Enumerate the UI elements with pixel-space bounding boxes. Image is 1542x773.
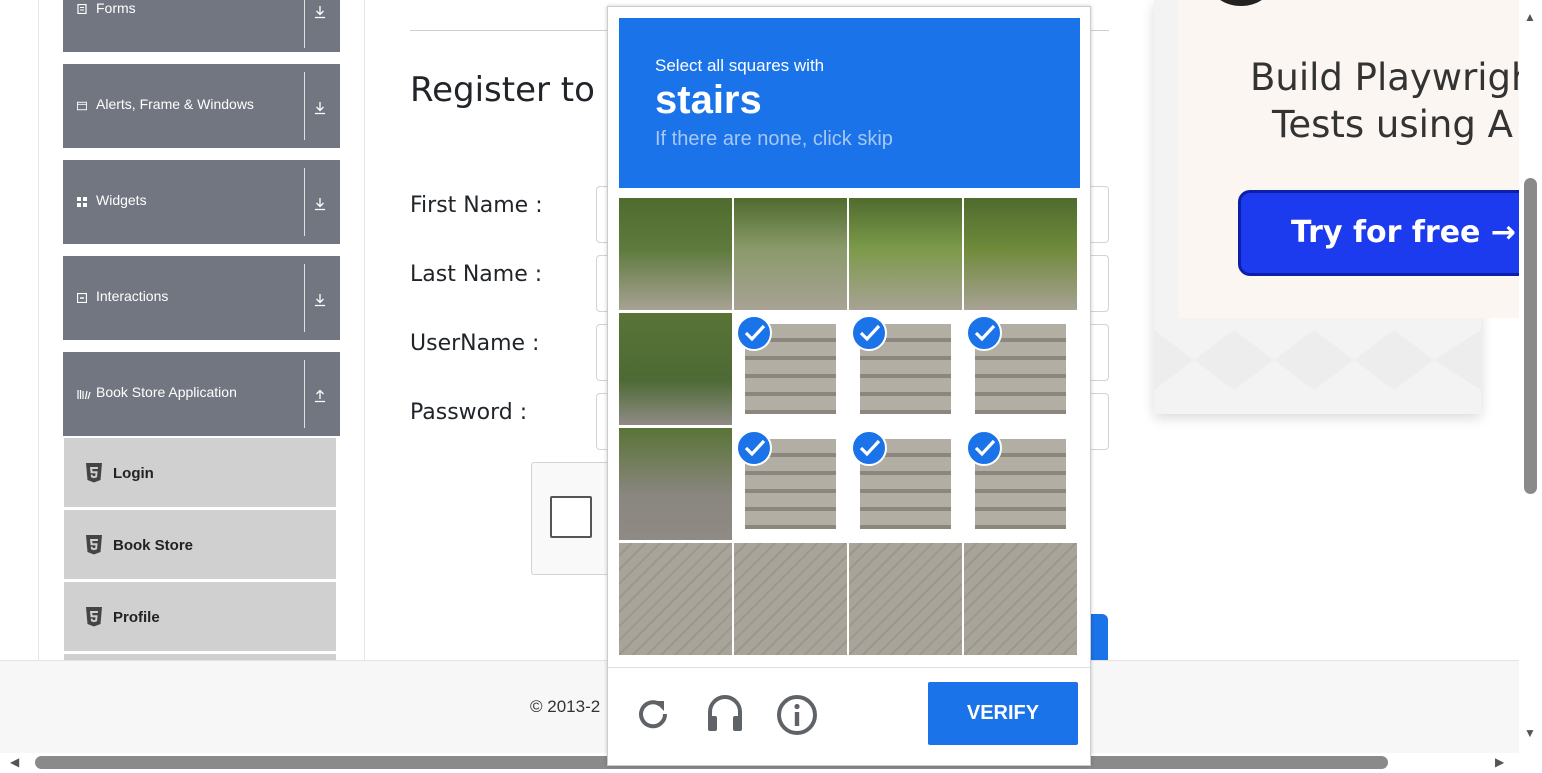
- sidebar-group-label: Alerts, Frame & Windows: [96, 96, 254, 112]
- selected-check-icon: [851, 430, 887, 466]
- captcha-tile[interactable]: [619, 313, 732, 425]
- group-divider: [304, 168, 305, 236]
- sidebar-group-forms[interactable]: Forms: [63, 0, 340, 52]
- selected-check-icon: [966, 315, 1002, 351]
- library-icon: [77, 390, 91, 399]
- captcha-tile[interactable]: [849, 198, 962, 310]
- captcha-tile-image: [734, 198, 847, 310]
- captcha-tile[interactable]: [964, 543, 1077, 655]
- scroll-down-arrow-icon[interactable]: ▼: [1524, 726, 1536, 740]
- download-arrow-icon[interactable]: [313, 5, 327, 19]
- selected-check-icon: [966, 430, 1002, 466]
- html5-icon: [86, 535, 102, 555]
- captcha-tile[interactable]: [964, 313, 1077, 425]
- sidebar-item-label: Login: [113, 465, 154, 482]
- window-icon: [77, 101, 87, 111]
- group-divider: [304, 264, 305, 332]
- captcha-tile[interactable]: [619, 543, 732, 655]
- ad-try-button[interactable]: Try for free →: [1238, 190, 1519, 276]
- interactions-icon: [77, 293, 87, 303]
- ad-title-line2: Tests using A: [1272, 103, 1513, 146]
- password-label: Password :: [410, 400, 528, 425]
- captcha-tile[interactable]: [849, 543, 962, 655]
- captcha-tile[interactable]: [734, 198, 847, 310]
- scroll-right-arrow-icon[interactable]: ▶: [1495, 755, 1504, 769]
- sidebar-group-label: Forms: [96, 0, 136, 16]
- group-divider: [304, 0, 305, 48]
- widgets-icon: [77, 197, 87, 207]
- footer-copyright: © 2013-2: [530, 697, 601, 716]
- selected-check-icon: [736, 315, 772, 351]
- username-label: UserName :: [410, 331, 540, 356]
- reload-icon[interactable]: [632, 693, 674, 735]
- captcha-header: Select all squares with stairs If there …: [619, 18, 1080, 188]
- captcha-tile[interactable]: [734, 313, 847, 425]
- captcha-tile[interactable]: [849, 313, 962, 425]
- selected-check-icon: [736, 430, 772, 466]
- sidebar-group-interactions[interactable]: Interactions: [63, 256, 340, 340]
- captcha-tile-image: [964, 198, 1077, 310]
- captcha-tile-image: [619, 428, 732, 540]
- scroll-left-arrow-icon[interactable]: ◀: [10, 755, 19, 769]
- download-arrow-icon[interactable]: [313, 197, 327, 211]
- first-name-label: First Name :: [410, 193, 543, 218]
- captcha-hint: If there are none, click skip: [655, 128, 893, 150]
- ad-title-line1: Build Playwrigh: [1250, 56, 1519, 99]
- group-divider: [304, 360, 305, 428]
- captcha-tile-image: [619, 543, 732, 655]
- captcha-target: stairs: [655, 78, 762, 122]
- scroll-up-arrow-icon[interactable]: ▲: [1524, 10, 1536, 24]
- captcha-footer-divider: [608, 667, 1090, 668]
- html5-icon: [86, 463, 102, 483]
- captcha-tile[interactable]: [849, 428, 962, 540]
- sidebar-item-book-store[interactable]: Book Store: [64, 510, 336, 579]
- sidebar-item-login[interactable]: Login: [64, 438, 336, 507]
- group-divider: [304, 72, 305, 140]
- verify-button[interactable]: VERIFY: [928, 682, 1078, 745]
- sidebar-group-label: Book Store Application: [96, 384, 237, 400]
- captcha-tile-image: [849, 543, 962, 655]
- forms-icon: [77, 4, 87, 14]
- sidebar-group-label: Interactions: [96, 288, 169, 304]
- captcha-tile[interactable]: [619, 428, 732, 540]
- sidebar-group-label: Widgets: [96, 192, 147, 208]
- sidebar-group-book-store[interactable]: Book Store Application: [63, 352, 340, 436]
- ad-title: Build Playwrigh Tests using A: [1178, 54, 1519, 154]
- page-title: Register to B: [410, 70, 630, 110]
- captcha-tile-image: [964, 543, 1077, 655]
- upload-arrow-icon[interactable]: [313, 389, 327, 403]
- download-arrow-icon[interactable]: [313, 101, 327, 115]
- sidebar-left-border: [38, 0, 39, 660]
- sidebar-item-profile[interactable]: Profile: [64, 582, 336, 651]
- sidebar-group-alerts[interactable]: Alerts, Frame & Windows: [63, 64, 340, 148]
- captcha-tile[interactable]: [734, 543, 847, 655]
- captcha-tile-image: [619, 198, 732, 310]
- captcha-tile-image: [734, 543, 847, 655]
- audio-icon[interactable]: [704, 692, 746, 734]
- last-name-label: Last Name :: [410, 262, 543, 287]
- download-arrow-icon[interactable]: [313, 293, 327, 307]
- vertical-scroll-thumb[interactable]: [1524, 178, 1537, 494]
- ad-button-clip: Try for free →: [1178, 180, 1519, 290]
- captcha-tile[interactable]: [964, 198, 1077, 310]
- captcha-tile-image: [619, 313, 732, 425]
- info-icon[interactable]: [776, 694, 818, 736]
- captcha-tile-image: [849, 198, 962, 310]
- captcha-tile[interactable]: [619, 198, 732, 310]
- sidebar-right-border: [364, 0, 365, 660]
- captcha-tile[interactable]: [964, 428, 1077, 540]
- captcha-tile[interactable]: [734, 428, 847, 540]
- recaptcha-checkbox[interactable]: [550, 496, 592, 538]
- sidebar-item-label: Profile: [113, 609, 160, 626]
- captcha-instruction: Select all squares with: [655, 56, 825, 75]
- sidebar-group-widgets[interactable]: Widgets: [63, 160, 340, 244]
- sidebar-item-label: Book Store: [113, 537, 194, 554]
- page: Forms Alerts, Frame & Windows Widgets In…: [0, 0, 1542, 773]
- html5-icon: [86, 607, 102, 627]
- selected-check-icon: [851, 315, 887, 351]
